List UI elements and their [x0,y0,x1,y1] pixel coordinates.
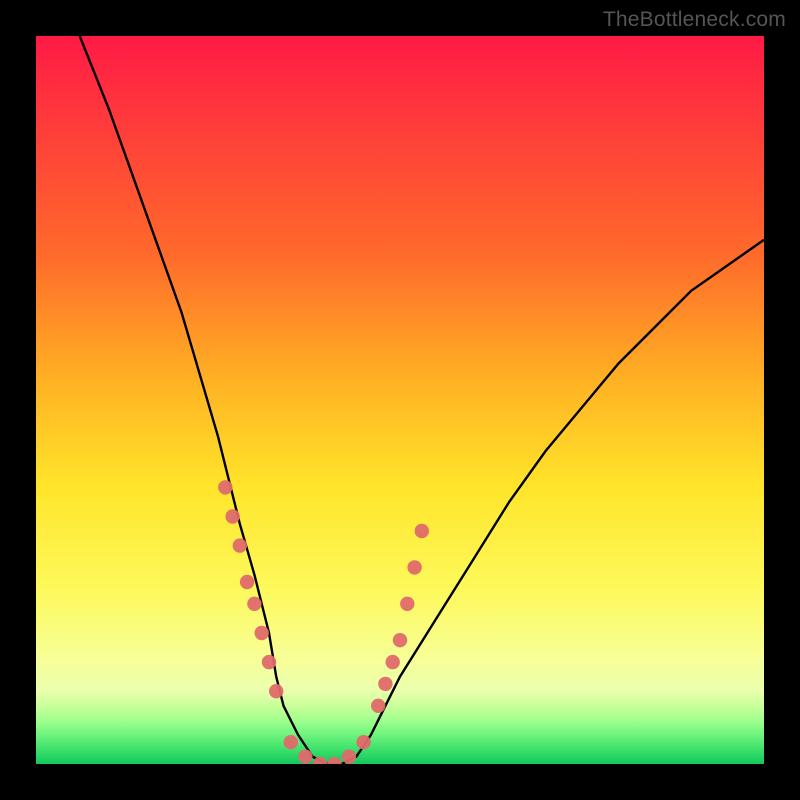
data-dot [393,633,407,647]
bottleneck-curve [80,36,764,764]
data-dot [247,597,261,611]
data-dot [269,684,283,698]
data-dot [378,677,392,691]
watermark-text: TheBottleneck.com [603,8,786,32]
data-dot [284,735,298,749]
data-dot [218,480,232,494]
data-dot [255,626,269,640]
data-dot [400,597,414,611]
data-dot [225,509,239,523]
data-dot [233,538,247,552]
data-dot [240,575,254,589]
outer-frame: TheBottleneck.com [0,0,800,800]
data-dot [356,735,370,749]
chart-svg [36,36,764,764]
data-dot [386,655,400,669]
data-dot [415,524,429,538]
data-dot [407,560,421,574]
data-dots [218,480,429,764]
plot-area [36,36,764,764]
data-dot [327,757,341,764]
data-dot [262,655,276,669]
data-dot [371,699,385,713]
data-dot [342,750,356,764]
data-dot [298,750,312,764]
